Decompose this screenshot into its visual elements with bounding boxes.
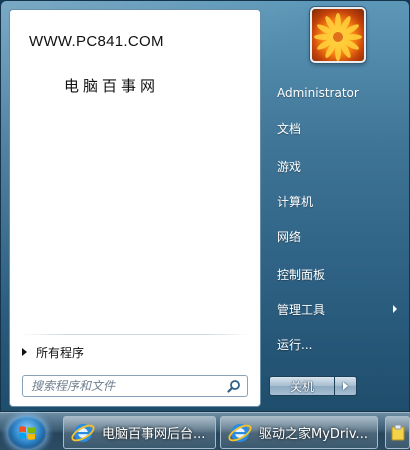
windows-logo-icon [19, 426, 35, 440]
menu-item-label: 游戏 [277, 159, 302, 174]
left-pane-divider [20, 334, 250, 335]
menu-item-label: Administrator [277, 86, 359, 100]
shutdown-options-button[interactable] [335, 376, 357, 396]
taskbar-button-ie-1[interactable]: 电脑百事网后台... [63, 416, 216, 449]
menu-item-label: 控制面板 [277, 267, 326, 282]
shutdown-label: 关机 [289, 379, 314, 394]
internet-explorer-icon [71, 423, 95, 442]
all-programs-button[interactable]: 所有程序 [18, 340, 252, 364]
menu-item-label: 网络 [277, 229, 302, 244]
pinned-programs-area: WWW.PC841.COM 电脑百事网 [10, 10, 260, 332]
menu-item-admin-tools[interactable]: 管理工具 [267, 294, 403, 324]
brand-url-text: WWW.PC841.COM [29, 33, 164, 50]
menu-item-documents[interactable]: 文档 [267, 113, 403, 143]
taskbar-button-label: 驱动之家MyDriv... [259, 427, 368, 442]
menu-item-label: 运行... [277, 337, 313, 352]
menu-item-run[interactable]: 运行... [267, 329, 403, 359]
menu-item-network[interactable]: 网络 [267, 221, 403, 251]
menu-item-games[interactable]: 游戏 [267, 151, 403, 181]
menu-item-label: 文档 [277, 121, 302, 136]
start-menu-left-pane: WWW.PC841.COM 电脑百事网 所有程序 [9, 9, 261, 407]
taskbar-button-app[interactable] [385, 416, 410, 449]
menu-item-label: 管理工具 [277, 302, 326, 317]
menu-item-computer[interactable]: 计算机 [267, 186, 403, 216]
taskbar-button-label: 电脑百事网后台... [102, 427, 206, 442]
menu-item-administrator[interactable]: Administrator [267, 78, 403, 108]
search-input[interactable] [23, 376, 225, 396]
shutdown-button[interactable]: 关机 [269, 376, 335, 396]
internet-explorer-icon [228, 423, 252, 442]
expand-arrow-icon [22, 348, 27, 356]
taskbar-button-ie-2[interactable]: 驱动之家MyDriv... [220, 416, 378, 449]
submenu-arrow-icon [393, 305, 397, 313]
user-avatar[interactable] [310, 7, 366, 63]
chevron-right-icon [343, 382, 348, 390]
start-button[interactable] [7, 416, 47, 450]
app-icon [391, 424, 404, 440]
search-box[interactable] [22, 375, 248, 397]
search-icon[interactable] [225, 377, 243, 395]
all-programs-label: 所有程序 [36, 345, 85, 360]
brand-name-text: 电脑百事网 [64, 77, 160, 95]
start-menu: WWW.PC841.COM 电脑百事网 所有程序 搜索程序和文件 Adminis… [0, 0, 410, 412]
menu-item-label: 计算机 [277, 194, 314, 209]
menu-item-control-panel[interactable]: 控制面板 [267, 259, 403, 289]
